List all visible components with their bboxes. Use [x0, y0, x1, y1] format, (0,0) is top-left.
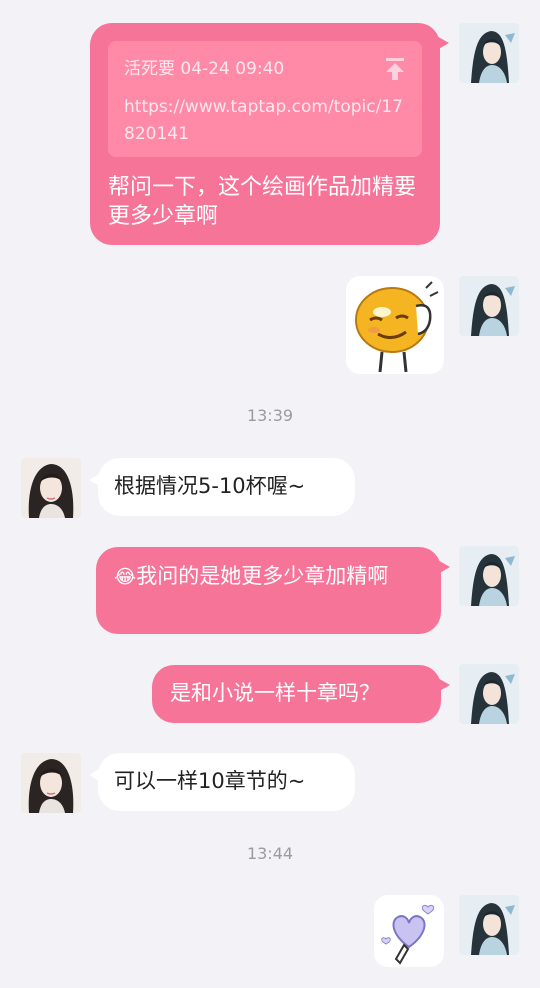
link-card-url[interactable]: https://www.taptap.com/topic/17820141	[124, 94, 406, 148]
incoming-message[interactable]: 可以一样10章节的~	[89, 753, 355, 811]
link-card-meta: 活死要 04-24 09:40	[124, 59, 285, 79]
self-avatar[interactable]	[459, 276, 519, 336]
timestamp: 13:44	[246, 844, 294, 863]
message-text: 根据情况5-10杯喔~	[114, 474, 306, 498]
contact-avatar[interactable]	[21, 753, 81, 813]
outgoing-message[interactable]: 😂我问的是她更多少章加精啊	[96, 547, 450, 634]
self-avatar[interactable]	[459, 23, 519, 83]
message-text: 帮问一下，这个绘画作品加精要更多少章啊	[108, 175, 417, 229]
smiley-thinking-sticker[interactable]	[346, 276, 444, 374]
self-avatar[interactable]	[459, 895, 519, 955]
timestamp: 13:39	[246, 406, 294, 425]
heart-hand-sticker[interactable]	[374, 895, 444, 967]
self-avatar[interactable]	[459, 664, 519, 724]
outgoing-message[interactable]: 是和小说一样十章吗？	[152, 665, 450, 723]
incoming-message[interactable]: 根据情况5-10杯喔~	[89, 458, 355, 516]
pin-top-icon[interactable]	[384, 57, 406, 89]
laughing-tears-emoji-icon: 😂	[114, 566, 137, 588]
link-card[interactable]: 活死要 04-24 09:40 https://www.taptap.com/t…	[108, 41, 422, 157]
outgoing-message-link[interactable]: 活死要 04-24 09:40 https://www.taptap.com/t…	[90, 23, 449, 245]
message-text: 可以一样10章节的~	[114, 769, 306, 793]
message-text: 是和小说一样十章吗？	[170, 681, 380, 705]
message-text: 我问的是她更多少章加精啊	[136, 564, 389, 588]
contact-avatar[interactable]	[21, 458, 81, 518]
self-avatar[interactable]	[459, 546, 519, 606]
